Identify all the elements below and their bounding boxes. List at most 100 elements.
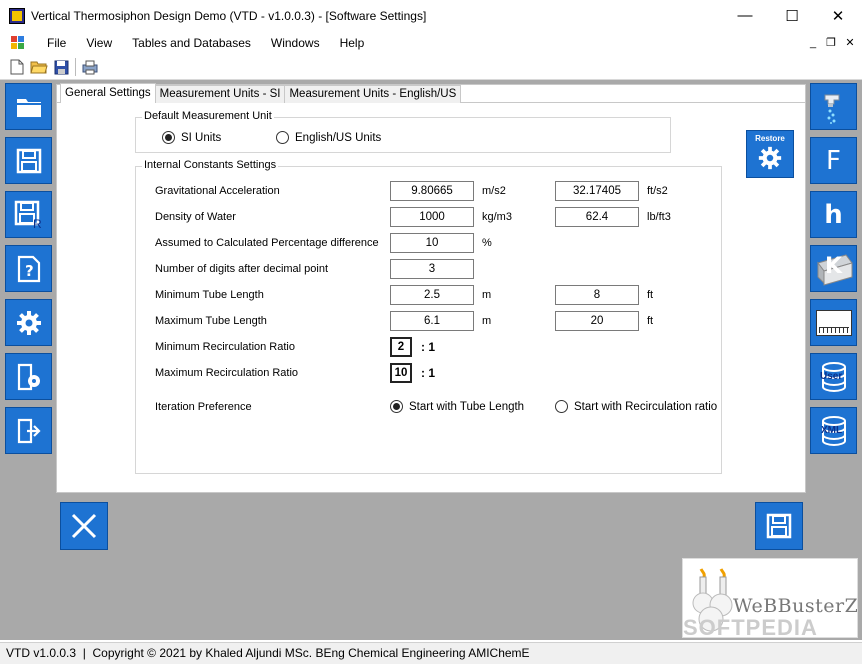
- open-folder-icon: [16, 98, 41, 117]
- app-icon[interactable]: [9, 7, 25, 24]
- right-f-factor-button[interactable]: F: [810, 137, 857, 184]
- menu-help[interactable]: Help: [330, 31, 375, 55]
- menu-windows[interactable]: Windows: [261, 31, 330, 55]
- restore-defaults-button[interactable]: Restore: [746, 130, 794, 178]
- minimum-recirculation-ratio-suffix: : 1: [421, 340, 436, 354]
- mdi-minimize-button[interactable]: _: [804, 31, 822, 55]
- maximum-recirculation-ratio-label: Maximum Recirculation Ratio: [155, 367, 299, 379]
- print-button[interactable]: [79, 57, 101, 77]
- maximum-recirculation-ratio-suffix: : 1: [421, 366, 436, 380]
- watermark-sub: SOFTPEDIA: [683, 615, 818, 638]
- right-h-coefficient-button[interactable]: h: [810, 191, 857, 238]
- si-units-label: SI Units: [181, 131, 222, 144]
- maximum-recirculation-ratio-field[interactable]: 10: [390, 363, 412, 383]
- decimal-digits-field[interactable]: 3: [390, 259, 474, 279]
- maximum-tube-length-us-field[interactable]: 20: [555, 311, 639, 331]
- start-with-recirculation-ratio-radio[interactable]: Start with Recirculation ratio: [555, 400, 717, 413]
- minimum-tube-length-si-field[interactable]: 2.5: [390, 285, 474, 305]
- maximum-tube-length-si-field[interactable]: 6.1: [390, 311, 474, 331]
- settings-gear-icon: [16, 310, 41, 335]
- print-icon: [82, 60, 98, 75]
- save-disk-icon: [54, 60, 68, 74]
- help-icon: ?: [17, 255, 40, 282]
- radio-checked-icon: [390, 400, 403, 413]
- start-with-recirculation-ratio-label: Start with Recirculation ratio: [574, 400, 718, 413]
- units-label: Units: [818, 312, 849, 324]
- radio-checked-icon: [162, 131, 175, 144]
- save-settings-button[interactable]: [755, 502, 803, 550]
- gravitational-acceleration-si-unit: m/s2: [482, 185, 506, 197]
- window-title: Vertical Thermosiphon Design Demo (VTD -…: [31, 8, 427, 23]
- close-icon: ✕: [831, 7, 845, 25]
- start-with-tube-length-radio[interactable]: Start with Tube Length: [390, 400, 524, 413]
- maximize-icon: ☐: [785, 7, 799, 25]
- f-factor-icon: F: [826, 145, 841, 176]
- h-coefficient-icon: h: [824, 199, 843, 230]
- english-us-units-radio[interactable]: English/US Units: [276, 131, 381, 144]
- percentage-difference-unit: %: [482, 237, 492, 249]
- left-exit-button[interactable]: [5, 407, 52, 454]
- menu-bar: File View Tables and Databases Windows H…: [0, 31, 862, 55]
- density-of-water-si-field[interactable]: 1000: [390, 207, 474, 227]
- new-file-icon: [10, 59, 24, 75]
- mdi-restore-button[interactable]: ❐: [822, 31, 840, 55]
- toolbar: [0, 55, 862, 80]
- percentage-difference-field[interactable]: 10: [390, 233, 474, 253]
- maximize-button[interactable]: ☐: [769, 0, 815, 31]
- english-us-units-label: English/US Units: [295, 131, 382, 144]
- left-help-button[interactable]: ?: [5, 245, 52, 292]
- tab-strip: General Settings Measurement Units - SI …: [60, 83, 462, 103]
- density-of-water-us-field[interactable]: 62.4: [555, 207, 639, 227]
- minimize-icon: —: [737, 7, 753, 24]
- left-settings-button[interactable]: [5, 299, 52, 346]
- radio-unchecked-icon: [276, 131, 289, 144]
- xml-database-label: XML: [821, 425, 843, 436]
- minimum-recirculation-ratio-label: Minimum Recirculation Ratio: [155, 341, 295, 353]
- tab-general-settings[interactable]: General Settings: [60, 83, 156, 103]
- right-k-conductivity-button[interactable]: K: [810, 245, 857, 292]
- open-file-button[interactable]: [28, 57, 50, 77]
- minimum-recirculation-ratio-field[interactable]: 2: [390, 337, 412, 357]
- watermark-text: WeBBusterZ: [733, 595, 858, 617]
- left-documentation-button[interactable]: [5, 353, 52, 400]
- right-xml-database-button[interactable]: XML: [810, 407, 857, 454]
- density-of-water-us-unit: lb/ft3: [647, 211, 671, 223]
- menu-tables-and-databases[interactable]: Tables and Databases: [122, 31, 261, 55]
- close-button[interactable]: ✕: [815, 0, 861, 31]
- maximum-tube-length-si-unit: m: [482, 315, 492, 327]
- user-database-label: User: [820, 371, 843, 382]
- mdi-child-icon[interactable]: [11, 36, 25, 50]
- gravitational-acceleration-us-unit: ft/s2: [647, 185, 668, 197]
- new-file-button[interactable]: [6, 57, 28, 77]
- save-file-button[interactable]: [50, 57, 72, 77]
- left-open-button[interactable]: [5, 83, 52, 130]
- minimum-tube-length-us-unit: ft: [647, 289, 654, 301]
- cancel-button[interactable]: [60, 502, 108, 550]
- minimize-button[interactable]: —: [722, 0, 768, 31]
- restore-label: Restore: [755, 134, 785, 143]
- right-water-tap-button[interactable]: [810, 83, 857, 130]
- right-user-database-button[interactable]: User: [810, 353, 857, 400]
- percentage-difference-label: Assumed to Calculated Percentage differe…: [155, 237, 379, 249]
- status-text: VTD v1.0.0.3 | Copyright © 2021 by Khale…: [6, 646, 530, 660]
- tab-measurement-units-english-us[interactable]: Measurement Units - English/US: [284, 85, 462, 103]
- minimum-tube-length-us-field[interactable]: 8: [555, 285, 639, 305]
- minimum-tube-length-si-unit: m: [482, 289, 492, 301]
- radio-unchecked-icon: [555, 400, 568, 413]
- left-save-as-report-button[interactable]: R: [5, 191, 52, 238]
- si-units-radio[interactable]: SI Units: [162, 131, 221, 144]
- left-save-button[interactable]: [5, 137, 52, 184]
- maximum-tube-length-us-unit: ft: [647, 315, 654, 327]
- start-with-tube-length-label: Start with Tube Length: [409, 400, 525, 413]
- mdi-close-button[interactable]: ✕: [841, 31, 859, 55]
- right-units-button[interactable]: Units: [810, 299, 857, 346]
- menu-view[interactable]: View: [76, 31, 122, 55]
- menu-file[interactable]: File: [37, 31, 76, 55]
- units-icon: Units: [815, 309, 852, 336]
- gravitational-acceleration-us-field[interactable]: 32.17405: [555, 181, 639, 201]
- restore-gear-icon: [758, 146, 782, 170]
- tab-measurement-units-si[interactable]: Measurement Units - SI: [154, 85, 286, 103]
- density-of-water-label: Density of Water: [155, 211, 236, 223]
- gravitational-acceleration-si-field[interactable]: 9.80665: [390, 181, 474, 201]
- svg-text:?: ?: [25, 262, 34, 280]
